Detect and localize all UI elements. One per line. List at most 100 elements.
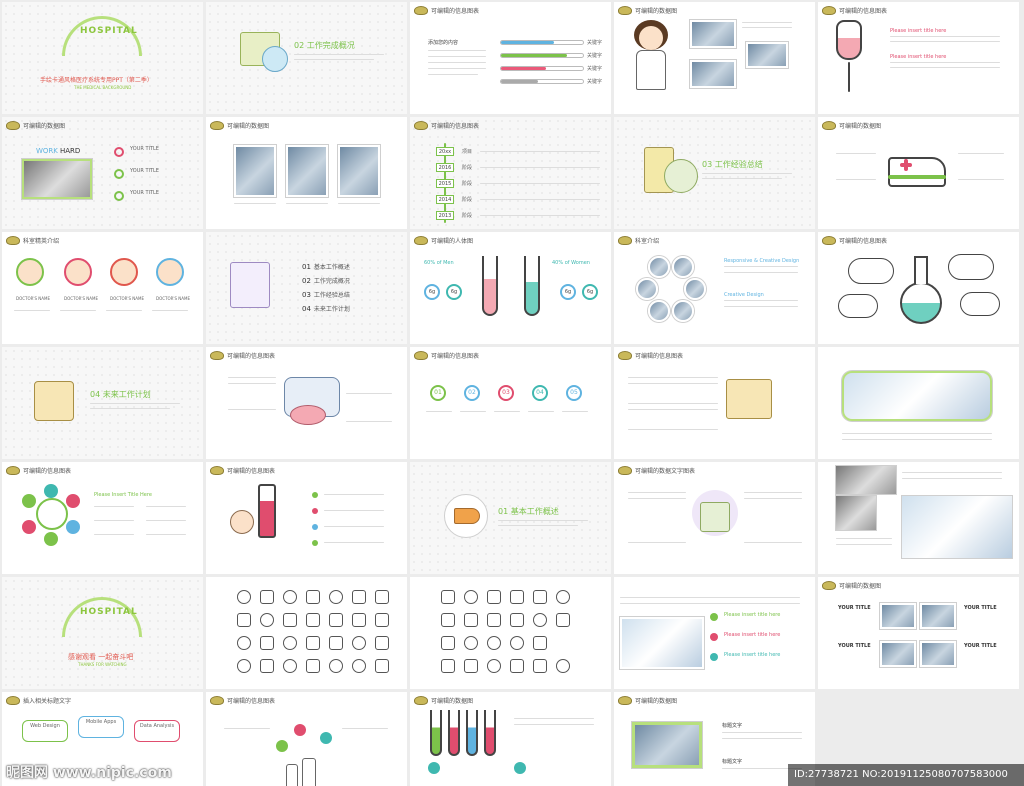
- text-line: [724, 266, 798, 267]
- header-text: 可编辑的数据文字图表: [635, 468, 696, 475]
- text-line: [628, 403, 718, 404]
- slide-section-01[interactable]: 01 基本工作概述: [410, 462, 611, 574]
- photo: [672, 300, 694, 322]
- divider: [294, 59, 374, 60]
- slide-doctors[interactable]: 科室精英介绍 DOCTOR'S NAME DOCTOR'S NAME DOCTO…: [2, 232, 203, 344]
- toc-item[interactable]: 03 工作经验总结: [302, 290, 350, 299]
- chat-icon: [533, 590, 547, 604]
- slide-icon-hub[interactable]: 可编辑的信息图表 Please Insert Title Here: [2, 462, 203, 574]
- slide-three-photos[interactable]: 可编辑的数据图: [206, 117, 407, 229]
- icon-set: [234, 587, 393, 677]
- photo: [620, 617, 704, 669]
- divider: [90, 403, 180, 404]
- toc-item[interactable]: 01 基本工作概述: [302, 262, 350, 271]
- header-text: 可编辑的信息图表: [839, 8, 888, 15]
- syringe-illustration: [258, 484, 276, 538]
- clip-icon: [510, 613, 524, 627]
- card-icon: [441, 659, 455, 673]
- slide-cover[interactable]: HOSPITAL 手绘卡通风格医疗系统专用PPT（第二季） THE MEDICA…: [2, 2, 203, 114]
- slide-section-02[interactable]: 02 工作完成概况: [206, 2, 407, 114]
- slide-microscope[interactable]: [818, 347, 1019, 459]
- slide-section-03[interactable]: 03 工作经验总结: [614, 117, 815, 229]
- slide-dept-circles[interactable]: 科室介绍 Responsive & Creative Design Creati…: [614, 232, 815, 344]
- slide-work-hard[interactable]: 可编辑的数据图 WORK HARD YOUR TITLE YOUR TITLE …: [2, 117, 203, 229]
- hammer-icon: [283, 613, 297, 627]
- iv-bag-illustration: [836, 20, 862, 60]
- timeline-year: 20xx: [436, 147, 454, 156]
- cross-icon: [904, 159, 908, 171]
- text-line: [428, 56, 486, 57]
- hub-icon: [22, 494, 36, 508]
- item-title: 标题文字: [722, 723, 743, 729]
- test-tube-green: [430, 710, 442, 756]
- slide-photo-collage[interactable]: [818, 462, 1019, 574]
- text-line: [890, 41, 1000, 42]
- cover-title: 手绘卡通风格医疗系统专用PPT（第二季）: [40, 77, 153, 84]
- key-icon: [237, 590, 251, 604]
- slide-city[interactable]: 可编辑的信息图表: [206, 692, 407, 786]
- header-text: 可编辑的数据图: [635, 698, 678, 705]
- web-icon: [352, 659, 366, 673]
- timeline-label: 阶段: [462, 213, 473, 219]
- text-line: [480, 167, 600, 168]
- stat-circle: 6g: [560, 284, 576, 300]
- photo: [836, 466, 896, 494]
- kid-illustration: [230, 510, 254, 534]
- text-line: [628, 429, 718, 430]
- slide-pharmacy[interactable]: 可编辑的数据文字图表: [614, 462, 815, 574]
- timeline-label: 阶段: [462, 197, 473, 203]
- text-line: [480, 183, 600, 184]
- slide-framed-photo[interactable]: 可编辑的数据图 标题文字 标题文字: [614, 692, 815, 786]
- item-title: Please insert title here: [724, 612, 781, 618]
- stat-circle: 6g: [446, 284, 462, 300]
- slide-thanks[interactable]: HOSPITAL 感谢观看 一起奋斗吧 THANKS FOR WATCHING: [2, 577, 203, 689]
- slide-numbered-steps[interactable]: 可编辑的信息图表 01 02 03 04 05: [410, 347, 611, 459]
- slide-iv-bag[interactable]: 可编辑的信息图表 Please insert title here Please…: [818, 2, 1019, 114]
- coin-icon: [283, 659, 297, 673]
- thanks-title: 感谢观看 一起奋斗吧: [68, 653, 134, 661]
- cover-deco-word: HOSPITAL: [80, 607, 138, 617]
- toc-item[interactable]: 04 未来工作计划: [302, 304, 350, 313]
- slide-calendar[interactable]: 可编辑的信息图表: [614, 347, 815, 459]
- slide-syringe-kid[interactable]: 可编辑的信息图表: [206, 462, 407, 574]
- text-line: [324, 494, 384, 495]
- slide-progress-bars[interactable]: 可编辑的信息图表 添加您的内容 关键字 关键字 关键字 关键字: [410, 2, 611, 114]
- slide-nurse-photos[interactable]: 可编辑的数据图: [614, 2, 815, 114]
- text-line: [890, 62, 1000, 63]
- slide-operating-room[interactable]: Please insert title here Please insert t…: [614, 577, 815, 689]
- slide-ambulance[interactable]: 可编辑的数据图: [818, 117, 1019, 229]
- timeline-label: 阶段: [462, 165, 473, 171]
- slide-icon-set-2[interactable]: [410, 577, 611, 689]
- pie-icon: [329, 659, 343, 673]
- slide-section-04[interactable]: 04 未来工作计划: [2, 347, 203, 459]
- bars-icon: [352, 590, 366, 604]
- text-line: [528, 411, 554, 412]
- slide-timeline[interactable]: 可编辑的信息图表 20xx 2016 2015 2014 2013 项目 阶段 …: [410, 117, 611, 229]
- slide-your-title-grid[interactable]: 可编辑的数据图 YOUR TITLE YOUR TITLE YOUR TITLE…: [818, 577, 1019, 689]
- header-text: 可编辑的信息图表: [431, 8, 480, 15]
- slide-blood-pressure[interactable]: 可编辑的信息图表: [206, 347, 407, 459]
- slide-tubes-data[interactable]: 可编辑的数据图: [410, 692, 611, 786]
- image-id-bar: ID:27738721 NO:20191125080707583000: [788, 764, 1024, 786]
- text-line: [836, 153, 876, 154]
- text-line: [152, 310, 188, 311]
- text-line: [94, 506, 134, 507]
- slide-icon-set-1[interactable]: [206, 577, 407, 689]
- slide-flask-clouds[interactable]: 可编辑的信息图表: [818, 232, 1019, 344]
- header-text: 可编辑的数据图: [635, 8, 678, 15]
- slide-toc[interactable]: 01 基本工作概述 02 工作完成概况 03 工作经验总结 04 未来工作计划: [206, 232, 407, 344]
- text-line: [744, 542, 802, 543]
- text-line: [514, 718, 594, 719]
- text-line: [60, 310, 96, 311]
- section-title: 01 基本工作概述: [498, 507, 559, 516]
- progress-bar-3: [500, 66, 584, 71]
- doctor-avatar: [110, 258, 138, 286]
- item-title: 标题文字: [722, 759, 743, 765]
- item-title: YOUR TITLE: [838, 605, 871, 611]
- slide-test-tubes[interactable]: 可编辑的人体图 60% of Men 40% of Women 6g 6g 6g…: [410, 232, 611, 344]
- bullet-icon: [312, 540, 318, 546]
- iv-tube: [848, 62, 850, 92]
- cloud-bubble: [948, 254, 994, 280]
- nurse-face: [639, 26, 663, 50]
- toc-item[interactable]: 02 工作完成概况: [302, 276, 350, 285]
